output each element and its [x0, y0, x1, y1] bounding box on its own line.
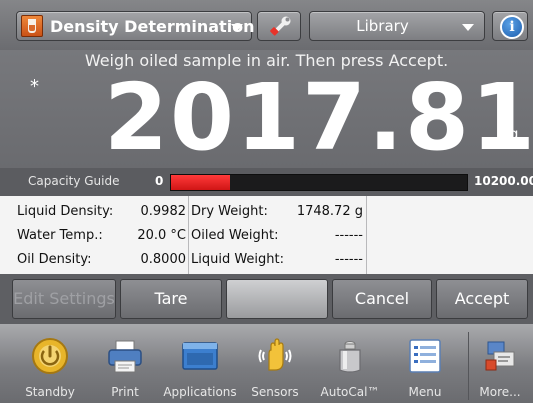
- chevron-down-icon: [231, 24, 243, 31]
- application-title: Density Determination: [50, 17, 255, 36]
- liquid-weight-value: ------: [334, 252, 363, 267]
- density-info-panel: Liquid Density: 0.9982 Water Temp.: 20.0…: [0, 196, 533, 274]
- standby-label: Standby: [25, 385, 75, 399]
- info-button[interactable]: i: [492, 11, 528, 41]
- standby-icon: [32, 338, 68, 374]
- library-label: Library: [356, 17, 409, 35]
- oil-density-label: Oil Density:: [17, 252, 92, 267]
- more-label: More...: [479, 385, 521, 399]
- menu-button[interactable]: Menu: [390, 324, 460, 403]
- menu-list-icon: [409, 339, 441, 373]
- water-temp-label: Water Temp.:: [17, 228, 103, 243]
- stability-marker: *: [30, 76, 39, 97]
- density-icon: [21, 15, 43, 37]
- sensors-hand-icon: [258, 338, 292, 371]
- edit-settings-button[interactable]: Edit Settings: [12, 279, 116, 319]
- standby-button[interactable]: Standby: [15, 324, 85, 403]
- liquid-density-value: 0.9982: [140, 204, 187, 219]
- capacity-min: 0: [155, 174, 164, 188]
- liquid-weight-label: Liquid Weight:: [191, 252, 285, 267]
- settings-button[interactable]: [257, 11, 301, 41]
- printer-icon: [108, 340, 142, 373]
- water-temp-value: 20.0 °C: [137, 228, 186, 243]
- cancel-button[interactable]: Cancel: [332, 279, 432, 319]
- autocal-label: AutoCal™: [320, 385, 380, 399]
- chevron-down-icon: [462, 24, 474, 31]
- capacity-bar: [170, 174, 468, 191]
- accept-button[interactable]: Accept: [436, 279, 528, 319]
- sensors-label: Sensors: [251, 385, 299, 399]
- more-button[interactable]: More...: [465, 324, 533, 403]
- library-dropdown[interactable]: Library: [309, 11, 485, 41]
- oil-density-value: 0.8000: [140, 252, 187, 267]
- applications-icon: [182, 342, 218, 370]
- print-button[interactable]: Print: [90, 324, 160, 403]
- applications-button[interactable]: Applications: [163, 324, 237, 403]
- bottom-dock: Standby Print Applications Sensors AutoC…: [0, 324, 533, 403]
- divider: [366, 196, 367, 274]
- divider: [188, 196, 189, 274]
- capacity-max: 10200.00: [474, 174, 533, 188]
- liquid-density-label: Liquid Density:: [17, 204, 114, 219]
- autocal-button[interactable]: AutoCal™: [315, 324, 385, 403]
- sensors-button[interactable]: Sensors: [240, 324, 310, 403]
- oiled-weight-label: Oiled Weight:: [191, 228, 279, 243]
- applications-label: Applications: [163, 385, 237, 399]
- balance-screen: Density Determination Library i Weigh oi…: [0, 0, 533, 403]
- calibration-weight-icon: [339, 341, 361, 373]
- capacity-bar-fill: [171, 175, 230, 190]
- info-icon: i: [500, 15, 524, 39]
- dry-weight-value: 1748.72 g: [296, 204, 363, 219]
- weight-reading: 2017.81: [104, 64, 533, 171]
- tare-button[interactable]: Tare: [120, 279, 222, 319]
- capacity-guide: Capacity Guide 0 10200.00: [0, 168, 533, 196]
- more-tools-icon: [485, 341, 515, 371]
- wrench-icon: [270, 16, 291, 36]
- blank-softkey: [226, 279, 328, 319]
- action-bar: Edit Settings Tare Cancel Accept: [0, 274, 533, 324]
- print-label: Print: [111, 385, 139, 399]
- top-bar: Density Determination Library i: [0, 0, 533, 50]
- menu-label: Menu: [408, 385, 442, 399]
- capacity-guide-label: Capacity Guide: [28, 174, 120, 188]
- oiled-weight-value: ------: [334, 228, 363, 243]
- application-selector[interactable]: Density Determination: [16, 11, 255, 41]
- weight-unit[interactable]: g: [509, 125, 519, 143]
- dry-weight-label: Dry Weight:: [191, 204, 268, 219]
